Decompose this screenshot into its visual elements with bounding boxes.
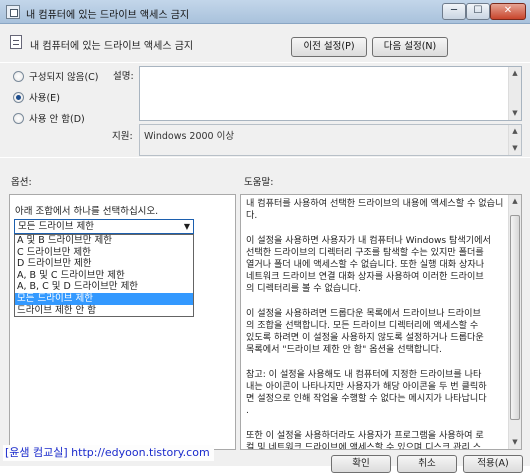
dropdown-option-selected[interactable]: 모든 드라이브 제한 xyxy=(15,292,193,305)
dropdown-option[interactable]: A, B, C 및 D 드라이브만 제한 xyxy=(15,281,193,293)
help-label: 도움말: xyxy=(244,177,274,188)
scroll-up-arrow-icon[interactable]: ▲ xyxy=(509,125,521,138)
options-pane: 아래 조합에서 하나를 선택하십시오. 모든 드라이브 제한 ▼ A 및 B 드… xyxy=(9,194,236,450)
supported-label: 지원: xyxy=(112,131,133,142)
comment-label: 설명: xyxy=(113,71,134,82)
policy-window-icon xyxy=(6,5,20,19)
minimize-button[interactable]: ─ xyxy=(442,3,466,20)
dropdown-list: A 및 B 드라이브만 제한 C 드라이브만 제한 D 드라이브만 제한 A, … xyxy=(14,234,194,318)
title-bar: 내 컴퓨터에 있는 드라이브 액세스 금지 ─ ☐ ✕ xyxy=(0,0,530,24)
radio-circle[interactable] xyxy=(13,112,24,124)
radio-label: 구성되지 않음(C) xyxy=(29,72,99,83)
supported-value: Windows 2000 이상 xyxy=(144,131,235,142)
comment-field[interactable]: ▲ ▼ xyxy=(139,66,522,121)
scroll-down-arrow-icon[interactable]: ▼ xyxy=(509,107,521,120)
help-paragraph: 이 설정을 사용하려면 드롭다운 목록에서 드라이브나 드라이브 의 조합을 선… xyxy=(246,308,484,356)
help-paragraph: 내 컴퓨터를 사용하여 선택한 드라이브의 내용에 액세스할 수 없습니다. xyxy=(246,199,504,222)
supported-field: Windows 2000 이상 ▲ ▼ xyxy=(139,124,522,156)
dialog-body: 내 컴퓨터에 있는 드라이브 액세스 금지 이전 설정(P) 다음 설정(N) … xyxy=(0,24,530,473)
help-paragraph: 참고: 이 설정을 사용해도 내 컴퓨터에 지정한 드라이브를 나타 내는 아이… xyxy=(246,369,487,417)
divider xyxy=(0,157,530,158)
previous-setting-button[interactable]: 이전 설정(P) xyxy=(291,37,367,57)
cancel-button[interactable]: 취소 xyxy=(397,455,457,473)
radio-circle[interactable] xyxy=(13,91,24,103)
dropdown-option[interactable]: A, B 및 C 드라이브만 제한 xyxy=(15,270,193,282)
close-button[interactable]: ✕ xyxy=(490,3,526,20)
policy-setting-icon xyxy=(10,35,22,49)
help-paragraph: 이 설정을 사용하면 사용자가 내 컴퓨터나 Windows 탐색기에서 선택한… xyxy=(246,235,491,295)
radio-disabled[interactable]: 사용 안 함(D) xyxy=(13,111,85,125)
next-setting-button[interactable]: 다음 설정(N) xyxy=(372,37,448,57)
watermark-text: [윤샘 컴교실] http://edyoon.tistory.com xyxy=(3,445,214,461)
radio-enabled[interactable]: 사용(E) xyxy=(13,90,60,104)
apply-button[interactable]: 적용(A) xyxy=(463,455,523,473)
dropdown-arrow-icon[interactable]: ▼ xyxy=(184,220,190,233)
options-instruction: 아래 조합에서 하나를 선택하십시오. xyxy=(15,206,159,217)
help-pane: 내 컴퓨터를 사용하여 선택한 드라이브의 내용에 액세스할 수 없습니다. 이… xyxy=(240,194,522,450)
scroll-down-arrow-icon[interactable]: ▼ xyxy=(509,142,521,155)
ok-button[interactable]: 확인 xyxy=(331,455,391,473)
scroll-up-arrow-icon[interactable]: ▲ xyxy=(509,67,521,80)
dropdown-option[interactable]: A 및 B 드라이브만 제한 xyxy=(15,235,193,247)
dialog-header: 내 컴퓨터에 있는 드라이브 액세스 금지 이전 설정(P) 다음 설정(N) xyxy=(0,24,530,62)
scroll-thumb[interactable] xyxy=(510,215,520,420)
drive-restriction-dropdown[interactable]: 모든 드라이브 제한 ▼ xyxy=(14,219,194,234)
radio-label: 사용 안 함(D) xyxy=(29,114,85,125)
comment-scrollbar[interactable]: ▲ ▼ xyxy=(508,67,521,120)
policy-name: 내 컴퓨터에 있는 드라이브 액세스 금지 xyxy=(30,41,194,52)
options-label: 옵션: xyxy=(11,177,32,188)
help-scrollbar[interactable]: ▲ ▼ xyxy=(508,195,521,449)
radio-not-configured[interactable]: 구성되지 않음(C) xyxy=(13,69,99,83)
supported-scrollbar[interactable]: ▲ ▼ xyxy=(508,125,521,155)
maximize-button[interactable]: ☐ xyxy=(466,3,490,20)
dropdown-option[interactable]: D 드라이브만 제한 xyxy=(15,258,193,270)
window-title: 내 컴퓨터에 있는 드라이브 액세스 금지 xyxy=(26,10,190,21)
divider xyxy=(0,62,530,63)
dropdown-option[interactable]: 드라이브 제한 안 함 xyxy=(15,305,193,317)
scroll-down-arrow-icon[interactable]: ▼ xyxy=(509,436,521,449)
dropdown-value: 모든 드라이브 제한 xyxy=(18,221,94,232)
radio-circle[interactable] xyxy=(13,70,24,82)
scroll-up-arrow-icon[interactable]: ▲ xyxy=(509,195,521,208)
help-text: 내 컴퓨터를 사용하여 선택한 드라이브의 내용에 액세스할 수 없습니다. 이… xyxy=(246,198,509,450)
help-paragraph: 또한 이 설정을 사용하더라도 사용자가 프로그램을 사용하여 로 컬 및 네트… xyxy=(246,430,484,450)
radio-label: 사용(E) xyxy=(29,93,60,104)
dropdown-option[interactable]: C 드라이브만 제한 xyxy=(15,247,193,259)
